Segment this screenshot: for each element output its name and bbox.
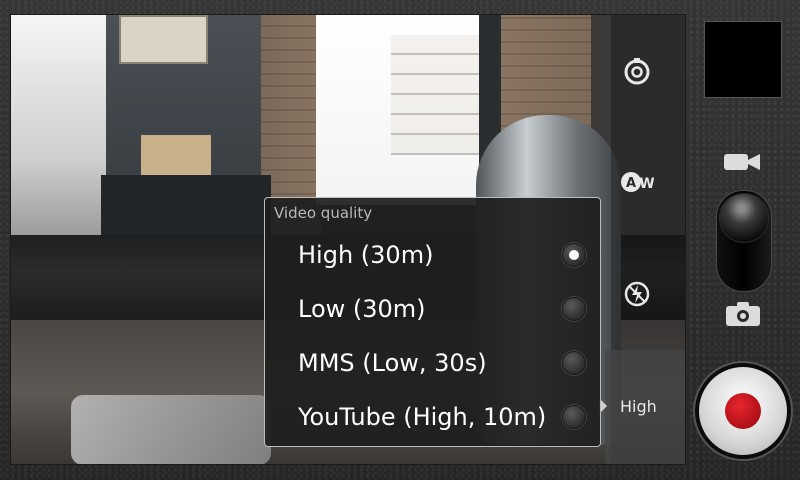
viewfinder-scene-poster [119, 15, 208, 64]
camera-settings-icon[interactable] [620, 55, 654, 89]
white-balance-auto-icon[interactable]: A W [620, 165, 654, 199]
flash-off-icon[interactable] [620, 277, 654, 311]
radio-unselected-icon[interactable] [562, 405, 586, 429]
camera-app: A W High Video quality High (30m) Low (3… [0, 0, 800, 480]
still-camera-icon [724, 300, 762, 332]
svg-text:A: A [626, 176, 636, 191]
option-label: High (30m) [298, 241, 434, 269]
radio-selected-icon[interactable] [562, 243, 586, 267]
video-camera-icon [722, 150, 762, 178]
popup-options-list: High (30m) Low (30m) MMS (Low, 30s) YouT… [265, 228, 600, 444]
option-label: YouTube (High, 10m) [298, 403, 547, 431]
popup-title: Video quality [274, 204, 373, 222]
last-capture-thumbnail[interactable] [704, 21, 782, 98]
option-mms[interactable]: MMS (Low, 30s) [265, 336, 600, 390]
radio-unselected-icon[interactable] [562, 351, 586, 375]
record-button[interactable] [699, 367, 787, 455]
video-quality-value: High [620, 397, 657, 416]
radio-unselected-icon[interactable] [562, 297, 586, 321]
option-label: MMS (Low, 30s) [298, 349, 487, 377]
camera-video-mode-switch[interactable] [716, 190, 772, 292]
viewfinder-scene-items [71, 395, 271, 464]
viewfinder-scene-box [141, 135, 211, 175]
option-low[interactable]: Low (30m) [265, 282, 600, 336]
option-high[interactable]: High (30m) [265, 228, 600, 282]
video-quality-popup: Video quality High (30m) Low (30m) MMS (… [264, 197, 601, 447]
record-icon [725, 393, 761, 429]
svg-text:W: W [639, 176, 654, 192]
viewfinder-scene-window-grid [391, 35, 483, 155]
mode-switch-knob[interactable] [719, 193, 769, 243]
option-youtube[interactable]: YouTube (High, 10m) [265, 390, 600, 444]
option-label: Low (30m) [298, 295, 426, 323]
